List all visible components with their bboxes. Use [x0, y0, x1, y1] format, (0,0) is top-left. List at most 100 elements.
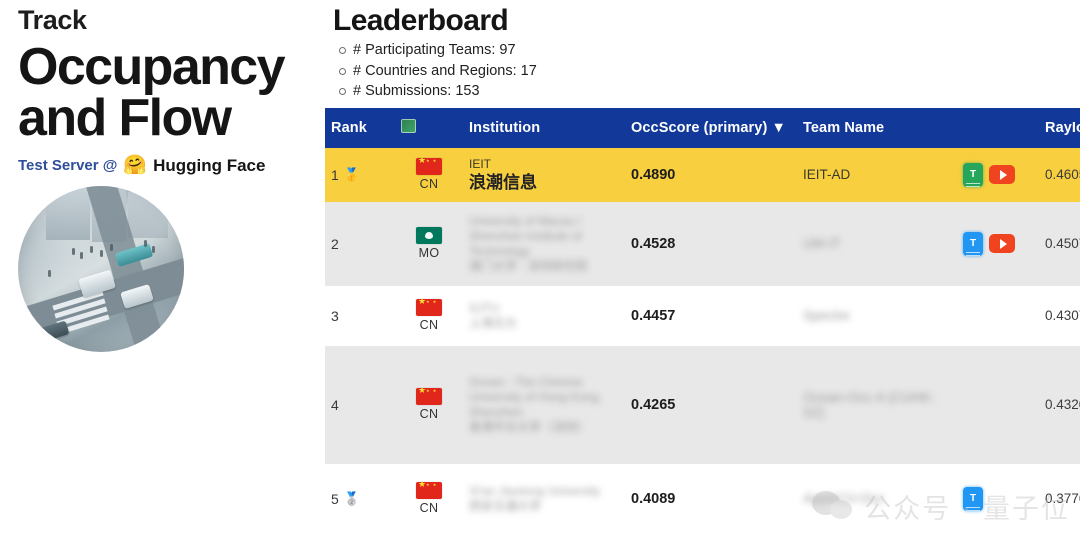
- rank-value: 2: [331, 235, 339, 252]
- column-header-rayiou[interactable]: RayIoU: [1039, 107, 1080, 148]
- cell-institution: University of Macau / Shenzhen Institute…: [463, 201, 625, 286]
- institution-abbrev: University of Macau / Shenzhen Institute…: [469, 213, 582, 258]
- youtube-video-icon[interactable]: [989, 165, 1015, 185]
- cell-team-name: Ocean-Occ-A (CUHK-SZ): [797, 345, 957, 464]
- tech-report-icon[interactable]: T: [963, 162, 983, 187]
- tech-report-icon[interactable]: T: [963, 231, 983, 256]
- rayiou-value: 0.4605: [1045, 167, 1080, 183]
- rayiou-value: 0.4307: [1045, 308, 1080, 324]
- institution-abbrev: IEIT: [469, 156, 492, 171]
- occscore-value: 0.4265: [631, 396, 676, 413]
- cell-team-name: UM-IT: [797, 201, 957, 286]
- institution-name: 上海交大: [469, 315, 518, 330]
- page-title-line2: and Flow: [18, 88, 232, 147]
- gold-medal-icon: 🥇: [343, 167, 360, 183]
- region-code: CN: [419, 318, 439, 333]
- silver-medal-icon: 🥈: [343, 491, 360, 507]
- table-row[interactable]: 3 CN SJTU 上海交大 0.4457: [325, 285, 1080, 346]
- leaderboard-title: Leaderboard: [333, 4, 509, 37]
- column-header-institution[interactable]: Institution: [463, 107, 625, 148]
- occscore-value: 0.4457: [631, 307, 676, 324]
- cell-institution: IEIT 浪潮信息: [463, 147, 625, 202]
- cell-occscore: 0.4265: [625, 345, 797, 464]
- urban-intersection-thumbnail: [18, 185, 184, 352]
- flag-cn-icon: [416, 388, 442, 406]
- team-name-value: IEIT-AD: [803, 167, 851, 183]
- cell-team-name: AppleCV-Occ: [797, 463, 957, 534]
- rayiou-value: 0.3776: [1045, 491, 1080, 507]
- rank-value: 3: [331, 307, 339, 324]
- column-header-occscore-label: OccScore (primary): [631, 119, 768, 136]
- test-server-label: Test Server @: [18, 157, 118, 175]
- cell-rank: 2: [325, 201, 395, 286]
- stat-submissions: # Submissions: 153: [339, 81, 1080, 102]
- table-row[interactable]: 1 🥇 CN IEIT 浪潮信息: [325, 147, 1080, 202]
- cell-team-name: IEIT-AD: [797, 147, 957, 202]
- table-row[interactable]: 5 🥈 CN Xi'an Jiaotong University 西安交通大学: [325, 463, 1080, 534]
- leaderboard-panel: Leaderboard # Participating Teams: 97 # …: [325, 0, 1080, 534]
- test-server-line: Test Server @ 🤗 Hugging Face: [18, 156, 325, 176]
- column-header-occscore[interactable]: OccScore (primary) ▼: [625, 107, 797, 148]
- rank-value: 5: [331, 490, 339, 507]
- cell-links: [957, 285, 1039, 346]
- cell-region: CN: [395, 285, 463, 346]
- team-name-value: Spectre: [803, 308, 850, 324]
- occscore-value: 0.4089: [631, 490, 676, 507]
- leaderboard-table-head: Rank Institution OccScore (primary) ▼ Te…: [325, 107, 1080, 148]
- cell-team-name: Spectre: [797, 285, 957, 346]
- team-name-value: AppleCV-Occ: [803, 491, 885, 507]
- cell-rank: 1 🥇: [325, 147, 395, 202]
- region-code: MO: [418, 246, 440, 261]
- institution-name: 香港中文大学（深圳）: [469, 419, 590, 434]
- table-row[interactable]: 2 MO University of Macau / Shenzhen Inst…: [325, 201, 1080, 286]
- cell-links: T: [957, 463, 1039, 534]
- cell-rayiou: 0.4320: [1039, 345, 1080, 464]
- region-code: CN: [419, 501, 439, 516]
- occscore-value: 0.4890: [631, 166, 676, 183]
- cell-institution: Xi'an Jiaotong University 西安交通大学: [463, 463, 625, 534]
- sort-descending-icon[interactable]: ▼: [772, 120, 786, 136]
- leaderboard-stats: # Participating Teams: 97 # Countries an…: [325, 40, 1080, 102]
- institution-abbrev: SJTU: [469, 300, 499, 315]
- cell-occscore: 0.4089: [625, 463, 797, 534]
- column-header-team-name[interactable]: Team Name: [797, 107, 957, 148]
- world-map-icon: [401, 118, 416, 133]
- track-panel: Track Occupancy and Flow Test Server @ 🤗…: [0, 0, 325, 532]
- cell-occscore: 0.4457: [625, 285, 797, 346]
- cell-region: MO: [395, 201, 463, 286]
- flag-cn-icon: [416, 482, 442, 500]
- thumbnail-wrapper: [18, 185, 325, 352]
- leaderboard-page: Track Occupancy and Flow Test Server @ 🤗…: [0, 0, 1080, 534]
- hugging-face-label: Hugging Face: [153, 155, 266, 175]
- rank-value: 1: [331, 166, 339, 183]
- page-title: Occupancy and Flow: [18, 41, 325, 147]
- region-code: CN: [419, 407, 439, 422]
- table-row[interactable]: 4 CN Ocean - The Chinese University of H…: [325, 345, 1080, 464]
- column-header-region[interactable]: [395, 107, 463, 148]
- leaderboard-table: Rank Institution OccScore (primary) ▼ Te…: [325, 107, 1080, 534]
- youtube-video-icon[interactable]: [989, 234, 1015, 254]
- cell-links: T: [957, 147, 1039, 202]
- rayiou-value: 0.4507: [1045, 236, 1080, 252]
- cell-links: T: [957, 201, 1039, 286]
- cell-region: CN: [395, 463, 463, 534]
- cell-region: CN: [395, 147, 463, 202]
- flag-cn-icon: [416, 299, 442, 317]
- region-code: CN: [419, 177, 439, 192]
- cell-occscore: 0.4528: [625, 201, 797, 286]
- cell-rayiou: 0.4307: [1039, 285, 1080, 346]
- cell-rayiou: 0.4605: [1039, 147, 1080, 202]
- tech-report-icon[interactable]: T: [963, 486, 983, 511]
- team-name-value: Ocean-Occ-A (CUHK-SZ): [803, 389, 936, 420]
- hugging-face-icon: 🤗: [123, 155, 148, 177]
- rank-value: 4: [331, 396, 339, 413]
- cell-links: [957, 345, 1039, 464]
- institution-name: 澳门大学 · 深圳研究院: [469, 258, 588, 273]
- cell-region: CN: [395, 345, 463, 464]
- cell-institution: SJTU 上海交大: [463, 285, 625, 346]
- cell-occscore: 0.4890: [625, 147, 797, 202]
- cell-rank: 3: [325, 285, 395, 346]
- cell-institution: Ocean - The Chinese University of Hong K…: [463, 345, 625, 464]
- column-header-rank[interactable]: Rank: [325, 107, 395, 148]
- leaderboard-table-body: 1 🥇 CN IEIT 浪潮信息: [325, 147, 1080, 534]
